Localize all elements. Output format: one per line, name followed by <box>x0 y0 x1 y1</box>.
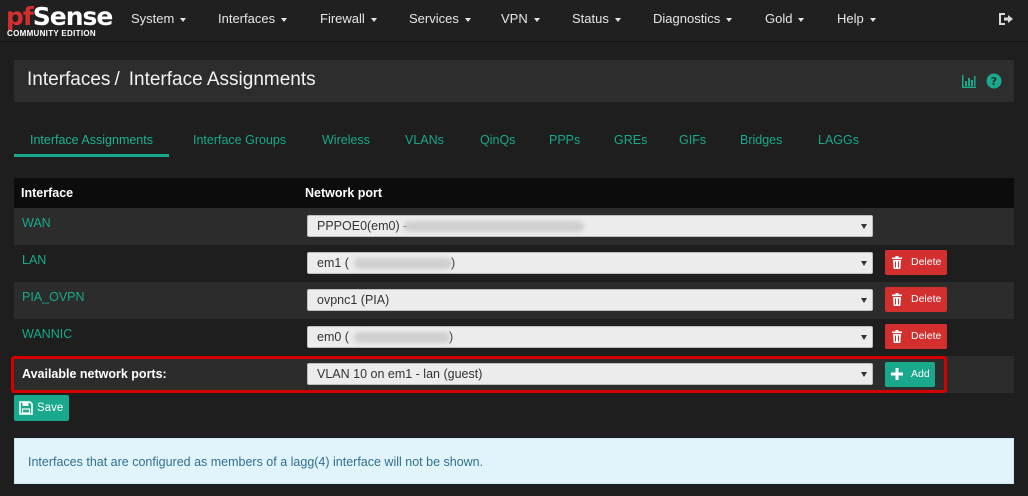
tab-interface-assignments[interactable]: Interface Assignments <box>14 123 169 157</box>
table-row: WANNIC em0 () Delete <box>14 319 1014 356</box>
caret-down-icon <box>614 17 621 22</box>
delete-button[interactable]: Delete <box>885 324 947 349</box>
logo-wordmark: pfSense <box>6 2 113 31</box>
nav-interfaces[interactable]: Interfaces <box>218 0 288 42</box>
tab-ppps[interactable]: PPPs <box>549 123 580 157</box>
interface-link-pia-ovpn[interactable]: PIA_OVPN <box>22 290 85 304</box>
table-row: PIA_OVPN ovpnc1 (PIA) Delete <box>14 282 1014 319</box>
tab-bridges[interactable]: Bridges <box>740 123 782 157</box>
nav-diagnostics[interactable]: Diagnostics <box>653 0 733 42</box>
caret-down-icon <box>370 17 377 22</box>
logo-edition: COMMUNITY EDITION <box>7 29 96 38</box>
interface-link-wannic[interactable]: WANNIC <box>22 327 72 341</box>
bar-chart-icon[interactable] <box>961 73 977 89</box>
caret-down-icon <box>861 224 867 229</box>
plus-icon <box>891 368 903 380</box>
save-icon <box>19 401 33 415</box>
caret-down-icon <box>533 17 540 22</box>
nav-gold[interactable]: Gold <box>765 0 805 42</box>
trash-icon <box>892 293 902 306</box>
caret-down-icon <box>726 17 733 22</box>
caret-down-icon <box>861 261 867 266</box>
redacted-mac <box>354 332 450 343</box>
column-header-interface: Interface <box>21 186 74 200</box>
nav-help[interactable]: Help <box>837 0 876 42</box>
save-button[interactable]: Save <box>14 395 69 421</box>
nav-services[interactable]: Services <box>409 0 471 42</box>
page-title: Interface Assignments <box>128 69 316 90</box>
sign-out-icon[interactable] <box>998 12 1014 26</box>
breadcrumb-parent[interactable]: Interfaces <box>27 69 110 90</box>
table-header: Interface Network port <box>14 178 1014 208</box>
column-header-network-port: Network port <box>305 186 383 200</box>
caret-down-icon <box>281 17 288 22</box>
selected-port: VLAN 10 on em1 - lan (guest) <box>317 367 483 381</box>
page-header: Interfaces / Interface Assignments ? <box>14 60 1014 102</box>
available-ports-row: Available network ports: VLAN 10 on em1 … <box>14 356 1014 393</box>
delete-button[interactable]: Delete <box>885 250 947 275</box>
caret-down-icon <box>861 335 867 340</box>
navbar: pfSense COMMUNITY EDITION System Interfa… <box>0 0 1028 42</box>
nav-system[interactable]: System <box>131 0 187 42</box>
nav-status[interactable]: Status <box>572 0 621 42</box>
info-message: Interfaces that are configured as member… <box>28 455 484 469</box>
tab-qinqs[interactable]: QinQs <box>480 123 515 157</box>
trash-icon <box>892 330 902 343</box>
add-button[interactable]: Add <box>885 362 935 387</box>
tab-vlans[interactable]: VLANs <box>405 123 444 157</box>
selected-port: PPPOE0(em0) - <box>317 219 408 233</box>
caret-down-icon <box>180 17 187 22</box>
network-port-select-lan[interactable]: em1 () <box>307 252 873 274</box>
caret-down-icon <box>861 372 867 377</box>
tab-gifs[interactable]: GIFs <box>679 123 706 157</box>
trash-icon <box>892 256 902 269</box>
caret-down-icon <box>798 17 805 22</box>
caret-down-icon <box>464 17 471 22</box>
breadcrumb: Interfaces / Interface Assignments <box>27 60 316 100</box>
tab-laggs[interactable]: LAGGs <box>818 123 859 157</box>
svg-text:?: ? <box>991 75 997 88</box>
network-port-select-wan[interactable]: PPPOE0(em0) - <box>307 215 873 237</box>
pfsense-logo[interactable]: pfSense COMMUNITY EDITION <box>6 2 113 39</box>
table-row: WAN PPPOE0(em0) - <box>14 208 1014 245</box>
delete-button[interactable]: Delete <box>885 287 947 312</box>
network-port-select-pia-ovpn[interactable]: ovpnc1 (PIA) <box>307 289 873 311</box>
redacted-mac <box>404 221 584 232</box>
available-port-select[interactable]: VLAN 10 on em1 - lan (guest) <box>307 363 873 385</box>
caret-down-icon <box>869 17 876 22</box>
tab-gres[interactable]: GREs <box>614 123 647 157</box>
nav-firewall[interactable]: Firewall <box>320 0 377 42</box>
tab-interface-groups[interactable]: Interface Groups <box>193 123 286 157</box>
breadcrumb-separator: / <box>114 69 120 90</box>
selected-port: ovpnc1 (PIA) <box>317 293 390 307</box>
caret-down-icon <box>861 298 867 303</box>
network-port-select-wannic[interactable]: em0 () <box>307 326 873 348</box>
table-row: LAN em1 () Delete <box>14 245 1014 282</box>
redacted-mac <box>354 258 452 269</box>
nav-vpn[interactable]: VPN <box>501 0 540 42</box>
interface-link-lan[interactable]: LAN <box>22 253 46 267</box>
info-alert: Interfaces that are configured as member… <box>14 438 1014 484</box>
interface-link-wan[interactable]: WAN <box>22 216 51 230</box>
help-icon[interactable]: ? <box>986 73 1002 89</box>
tab-wireless[interactable]: Wireless <box>322 123 370 157</box>
available-ports-label: Available network ports: <box>22 367 167 381</box>
